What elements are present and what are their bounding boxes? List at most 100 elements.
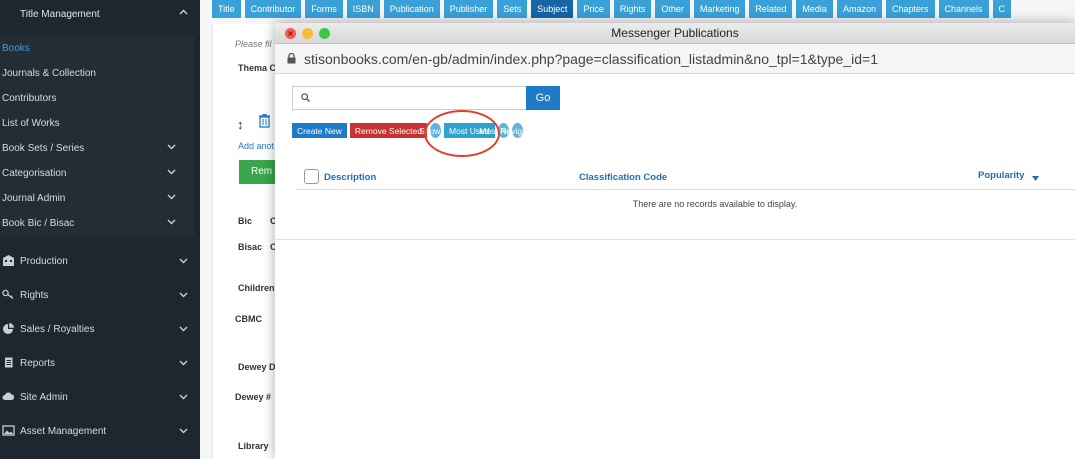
cbmc-label: CBMC [235, 314, 262, 324]
tab-rights[interactable]: Rights [613, 0, 652, 18]
chevron-down-icon [179, 428, 188, 434]
dewey-label: Dewey D [238, 362, 276, 372]
sidebar-item-label: Books [2, 43, 30, 54]
navigate-button[interactable]: Navigate [500, 123, 534, 138]
tab-media[interactable]: Media [796, 0, 833, 18]
sidebar-item-journals-collection[interactable]: Journals & Collection [0, 61, 194, 86]
sidebar-item-book-sets-series[interactable]: Book Sets / Series [0, 136, 194, 161]
sidebar-item-label: Contributors [2, 93, 57, 104]
sidebar-sections: Production Rights Sales / Royalties Reports… [0, 244, 200, 448]
select-all-checkbox[interactable] [304, 169, 319, 184]
sort-down-icon [1032, 173, 1039, 184]
sidebar-item-title-management[interactable]: Title Management [0, 0, 200, 28]
tab-marketing[interactable]: Marketing [693, 0, 746, 18]
tab-forms[interactable]: Forms [305, 0, 343, 18]
tab-subject[interactable]: Subject [531, 0, 574, 18]
tab-chapters[interactable]: Chapters [885, 0, 935, 18]
sidebar-section-label: Reports [20, 357, 56, 369]
tab-amazon[interactable]: Amazon [836, 0, 882, 18]
reorder-icon[interactable]: ↕ [237, 117, 244, 132]
tab-title[interactable]: Title [212, 0, 241, 18]
classification-popup-window: Messenger Publications stisonbooks.com/e… [275, 23, 1075, 459]
chevron-down-icon [179, 394, 188, 400]
key-icon [2, 289, 16, 301]
sidebar-item-journal-admin[interactable]: Journal Admin [0, 186, 194, 211]
chevron-down-icon [179, 258, 188, 264]
remove-selected-button[interactable]: Remove Selected [349, 123, 427, 138]
please-note-text: Please fil [235, 39, 272, 49]
children-label: Children [238, 283, 275, 293]
minimize-window-icon[interactable] [302, 28, 313, 39]
sidebar-item-categorisation[interactable]: Categorisation [0, 161, 194, 186]
search-field[interactable] [292, 86, 526, 110]
tab-publisher[interactable]: Publisher [443, 0, 494, 18]
sidebar: Title Management Books Journals & Collect… [0, 0, 200, 459]
tab-contributor[interactable]: Contributor [244, 0, 302, 18]
sidebar-section-rights[interactable]: Rights [0, 278, 200, 312]
lock-icon [287, 51, 296, 67]
chevron-down-icon [179, 326, 188, 332]
table-header: Description Classification Code Populari… [296, 166, 1075, 190]
sidebar-section-reports[interactable]: Reports [0, 346, 200, 380]
tab-channels[interactable]: Channels [938, 0, 989, 18]
sidebar-item-label: Book Sets / Series [2, 143, 85, 154]
sidebar-item-label: Book Bic / Bisac [2, 218, 75, 229]
sidebar-item-label: Journal Admin [2, 193, 66, 204]
address-bar[interactable]: stisonbooks.com/en-gb/admin/index.php?pa… [275, 44, 1075, 74]
sidebar-section-label: Asset Management [20, 425, 107, 437]
sidebar-section-sales-royalties[interactable]: Sales / Royalties [0, 312, 200, 346]
search-input[interactable] [314, 92, 514, 104]
image-icon [2, 425, 16, 437]
maximize-window-icon[interactable] [319, 28, 330, 39]
sidebar-section-label: Site Admin [20, 391, 68, 403]
chevron-down-icon [179, 292, 188, 298]
annotation-circle [424, 110, 500, 157]
column-classification-code[interactable]: Classification Code [579, 172, 667, 183]
remove-button[interactable]: Rem [239, 160, 279, 184]
tab-sets[interactable]: Sets [497, 0, 528, 18]
dewey-number-label: Dewey # [235, 392, 272, 402]
tab-c[interactable]: C [992, 0, 1012, 18]
tab-price[interactable]: Price [577, 0, 610, 18]
sidebar-section-asset-management[interactable]: Asset Management [0, 414, 200, 448]
tab-publication[interactable]: Publication [383, 0, 440, 18]
chevron-down-icon [179, 360, 188, 366]
chevron-down-icon [167, 169, 176, 175]
sidebar-item-label: Journals & Collection [2, 68, 96, 79]
tab-bar: Title Contributor Forms ISBN Publication Publ… [212, 0, 1075, 18]
column-popularity[interactable]: Popularity [978, 170, 1039, 181]
search-icon [301, 89, 310, 107]
sidebar-item-label: Title Management [20, 8, 100, 20]
tab-related[interactable]: Related [749, 0, 793, 18]
create-new-button[interactable]: Create New [292, 123, 347, 138]
sidebar-section-site-admin[interactable]: Site Admin [0, 380, 200, 414]
sidebar-item-books[interactable]: Books [0, 36, 194, 61]
document-icon [2, 357, 16, 369]
sidebar-item-book-bic-bisac[interactable]: Book Bic / Bisac [0, 211, 194, 236]
sidebar-item-contributors[interactable]: Contributors [0, 86, 194, 111]
sidebar-item-list-of-works[interactable]: List of Works [0, 111, 194, 136]
url-text: stisonbooks.com/en-gb/admin/index.php?pa… [304, 50, 878, 67]
tab-isbn[interactable]: ISBN [346, 0, 380, 18]
chevron-down-icon [167, 194, 176, 200]
chevron-down-icon [167, 144, 176, 150]
column-popularity-label: Popularity [978, 170, 1025, 181]
chevron-up-icon [179, 9, 188, 15]
cloud-icon [2, 391, 16, 403]
window-titlebar[interactable]: Messenger Publications [275, 23, 1075, 44]
add-another-link[interactable]: Add anot [238, 141, 274, 151]
empty-table-message: There are no records available to displa… [632, 199, 798, 209]
sidebar-section-label: Production [20, 255, 68, 267]
tab-other[interactable]: Other [655, 0, 690, 18]
close-window-icon[interactable] [285, 28, 296, 39]
column-description[interactable]: Description [324, 172, 376, 183]
thema-label: Thema C [238, 63, 277, 73]
sidebar-item-label: List of Works [2, 118, 60, 129]
sidebar-section-production[interactable]: Production [0, 244, 200, 278]
sidebar-section-label: Sales / Royalties [20, 323, 95, 335]
go-button[interactable]: Go [526, 86, 560, 110]
trash-icon[interactable] [258, 113, 271, 133]
bisac-label: Bisac [238, 242, 263, 252]
sidebar-section-label: Rights [20, 289, 49, 301]
bic-label: Bic [238, 216, 253, 226]
